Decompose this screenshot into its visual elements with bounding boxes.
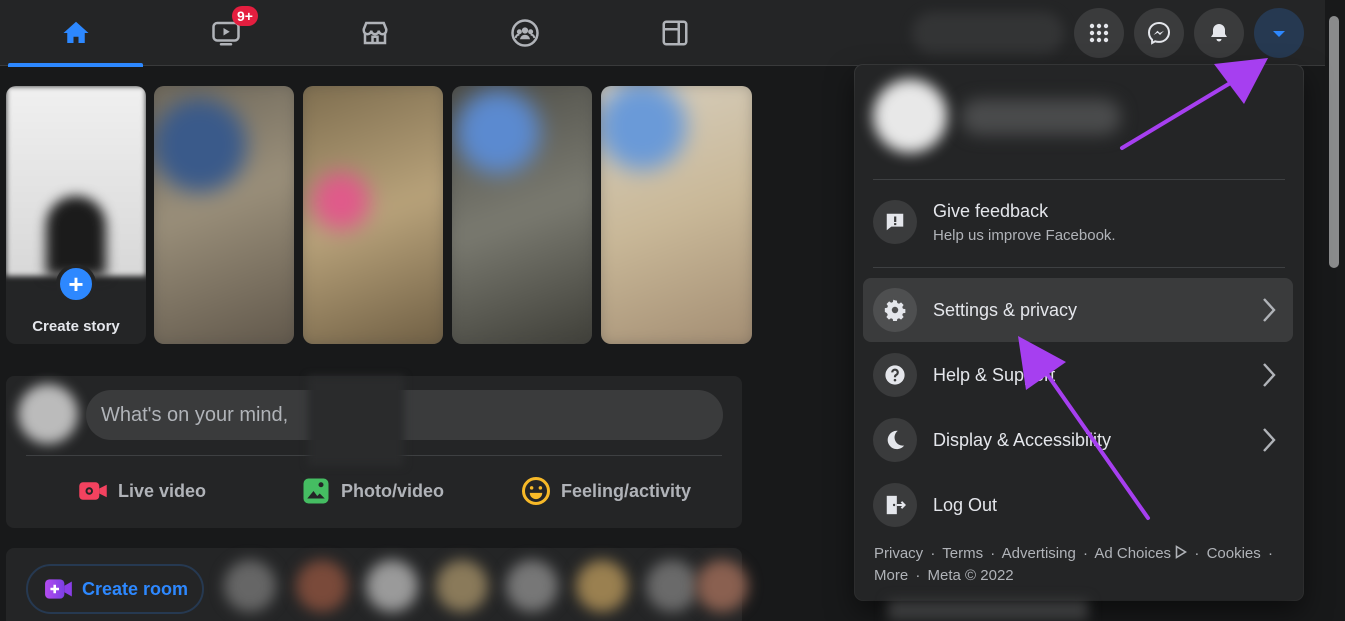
story-card[interactable]: [601, 86, 752, 344]
story-card[interactable]: [154, 86, 294, 344]
footer-link-more[interactable]: More: [874, 567, 908, 584]
ad-choices-icon: [1175, 545, 1188, 559]
live-video-icon: [79, 482, 107, 500]
tab-groups[interactable]: [457, 0, 592, 66]
contact-avatar[interactable]: [646, 560, 698, 612]
logout-icon: [873, 483, 917, 527]
create-story-label: Create story: [32, 318, 120, 335]
contact-avatar[interactable]: [296, 560, 348, 612]
menu-profile-link[interactable]: [869, 75, 1289, 171]
groups-icon: [510, 19, 539, 47]
story-card[interactable]: [452, 86, 592, 344]
contact-avatar[interactable]: [436, 560, 488, 612]
menu-item-display-accessibility[interactable]: Display & Accessibility: [863, 408, 1293, 472]
moon-icon: [873, 418, 917, 462]
account-button[interactable]: [1254, 8, 1304, 58]
menu-item-give-feedback[interactable]: Give feedback Help us improve Facebook.: [863, 189, 1293, 255]
divider: [873, 267, 1285, 268]
photo-icon: [303, 478, 329, 504]
photo-video-button[interactable]: Photo/video: [301, 476, 444, 506]
messenger-button[interactable]: [1134, 8, 1184, 58]
profile-name-redacted: [961, 99, 1121, 135]
stories-row: + Create story: [6, 86, 752, 344]
feeling-activity-label: Feeling/activity: [561, 480, 692, 501]
menu-item-label: Settings & privacy: [933, 299, 1078, 320]
gear-icon: [873, 288, 917, 332]
footer-separator: ·: [1083, 545, 1088, 562]
caret-down-icon: [1273, 31, 1285, 37]
footer-separator: ·: [990, 545, 996, 562]
account-dropdown-menu: Give feedback Help us improve Facebook. …: [855, 65, 1303, 600]
bell-icon: [1211, 24, 1227, 42]
room-video-icon: [45, 579, 72, 599]
top-navigation-bar: 9+: [0, 0, 1325, 67]
photo-video-label: Photo/video: [341, 480, 444, 501]
contact-avatar[interactable]: [506, 560, 558, 612]
chevron-right-icon: [1263, 363, 1276, 387]
menu-item-label: Help & Support: [933, 364, 1056, 385]
footer-copyright: Meta © 2022: [927, 567, 1014, 584]
menu-footer-links: Privacy · Terms · Advertising · Ad Choic…: [874, 543, 1284, 587]
messenger-icon: [1147, 21, 1171, 45]
composer-placeholder: What's on your mind,: [101, 403, 289, 426]
menu-item-settings-privacy[interactable]: Settings & privacy: [863, 278, 1293, 342]
tab-gaming[interactable]: [607, 0, 742, 66]
tab-marketplace[interactable]: [307, 0, 442, 66]
rooms-bar: Create room: [6, 548, 748, 621]
smiley-icon: [522, 477, 550, 505]
footer-separator: ·: [915, 567, 921, 584]
divider: [873, 179, 1285, 180]
profile-chip[interactable]: [912, 12, 1064, 54]
contact-avatar[interactable]: [696, 560, 748, 612]
footer-link-advertising[interactable]: Advertising: [1002, 545, 1076, 562]
footer-link-privacy[interactable]: Privacy: [874, 545, 923, 562]
tab-home[interactable]: [8, 0, 143, 67]
menu-item-help-support[interactable]: Help & Support: [863, 343, 1293, 407]
menu-item-log-out[interactable]: Log Out: [863, 473, 1293, 537]
page-scrollbar[interactable]: [1325, 0, 1345, 621]
menu-item-sublabel: Help us improve Facebook.: [933, 226, 1116, 244]
feeling-activity-button[interactable]: Feeling/activity: [521, 476, 691, 506]
menu-item-label: Display & Accessibility: [933, 429, 1112, 450]
create-story-card[interactable]: + Create story: [6, 86, 146, 344]
whats-on-your-mind-input[interactable]: What's on your mind, ?: [86, 390, 723, 440]
plus-icon: +: [56, 264, 96, 304]
create-room-label: Create room: [82, 578, 189, 599]
story-card[interactable]: [303, 86, 443, 344]
footer-separator: ·: [1194, 545, 1200, 562]
contact-avatar[interactable]: [224, 560, 276, 612]
footer-separator: ·: [1267, 545, 1273, 562]
store-icon: [362, 21, 387, 45]
live-video-button[interactable]: Live video: [78, 476, 206, 506]
redacted-name: [308, 376, 404, 466]
feedback-icon: [873, 200, 917, 244]
notifications-button[interactable]: [1194, 8, 1244, 58]
footer-link-ad-choices[interactable]: Ad Choices: [1094, 545, 1171, 562]
help-icon: [873, 353, 917, 397]
avatar: [873, 79, 947, 153]
chevron-right-icon: [1263, 428, 1276, 452]
live-video-label: Live video: [118, 480, 207, 501]
menu-item-label: Give feedback: [933, 200, 1049, 221]
chevron-right-icon: [1263, 298, 1276, 322]
avatar[interactable]: [18, 384, 78, 444]
footer-link-cookies[interactable]: Cookies: [1207, 545, 1261, 562]
footer-separator: ·: [930, 545, 936, 562]
menu-item-label: Log Out: [933, 494, 998, 515]
menu-grid-icon: [1089, 23, 1109, 43]
contact-avatar[interactable]: [366, 560, 418, 612]
scrollbar-thumb[interactable]: [1329, 16, 1339, 268]
footer-link-terms[interactable]: Terms: [942, 545, 983, 562]
create-room-button[interactable]: Create room: [26, 564, 204, 614]
tab-watch[interactable]: [158, 0, 293, 66]
blurred-content: [888, 600, 1088, 621]
menu-button[interactable]: [1074, 8, 1124, 58]
watch-notification-badge: 9+: [232, 6, 258, 26]
home-icon: [63, 21, 88, 43]
gaming-icon: [662, 20, 687, 46]
contact-avatar[interactable]: [576, 560, 628, 612]
